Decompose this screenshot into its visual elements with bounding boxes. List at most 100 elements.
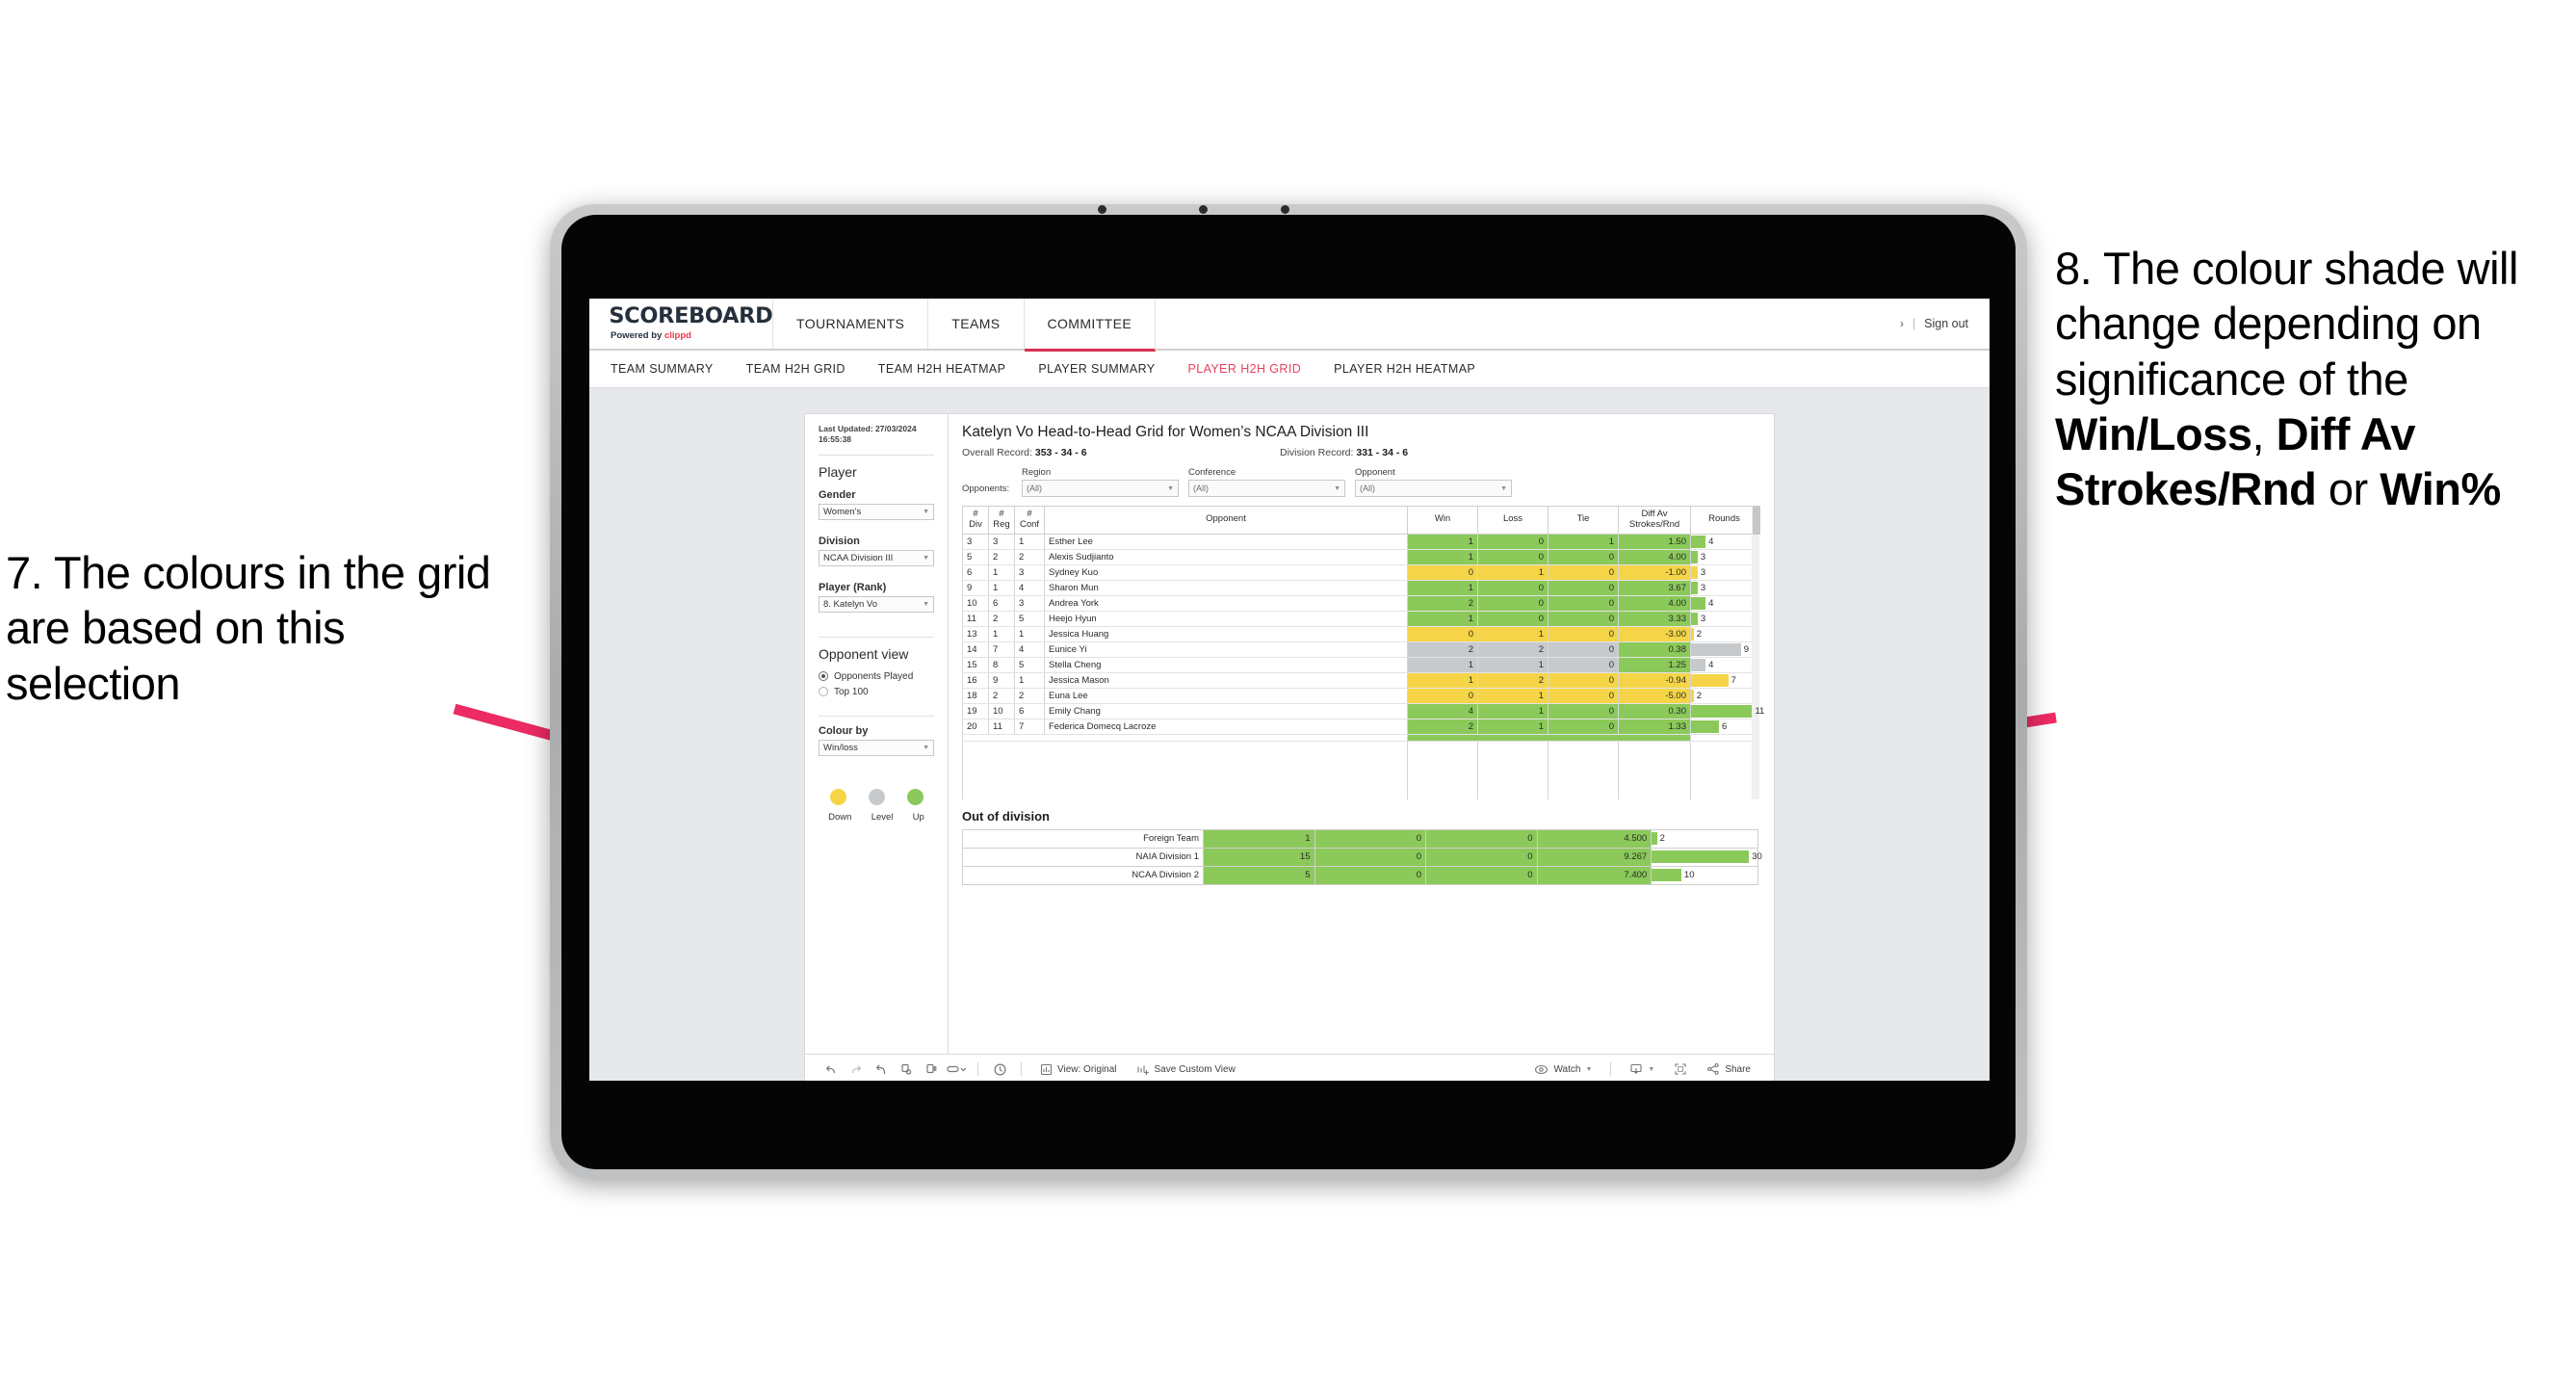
cell-opponent: Eunice Yi [1044,641,1408,658]
table-row[interactable]: 9 1 4 Sharon Mun 1 0 0 3.67 3 [962,580,1758,596]
refresh-icon[interactable] [894,1059,919,1080]
eye-icon [1535,1064,1548,1074]
chevron-down-icon: ▼ [1585,1065,1593,1073]
cell-win: 2 [1407,719,1478,735]
subnav-item-player-summary[interactable]: PLAYER SUMMARY [1038,362,1155,376]
cell-div: 20 [962,719,989,735]
cell-div: 14 [962,641,989,658]
cell-div: 11 [962,611,989,627]
table-row[interactable]: NAIA Division 1 15 0 0 9.267 30 [962,847,1762,867]
table-row[interactable]: Foreign Team 1 0 0 4.500 2 [962,828,1758,849]
cell-win: 0 [1407,626,1478,642]
opponent-select[interactable]: (All) ▼ [1355,480,1512,497]
grid-scrollbar-thumb[interactable] [1753,506,1760,535]
cell-win: 1 [1407,657,1478,673]
cell-loss: 1 [1477,688,1548,704]
cell-conf: 5 [1014,611,1045,627]
save-custom-view-button[interactable]: Save Custom View [1127,1063,1245,1076]
subnav-item-player-h2h-grid[interactable]: PLAYER H2H GRID [1188,362,1302,376]
undo-icon[interactable] [819,1059,844,1080]
cell-win: 0 [1407,564,1478,581]
topnav-item-tournaments[interactable]: TOURNAMENTS [773,299,929,349]
colour-by-select[interactable]: Win/loss ▼ [819,739,934,756]
sign-out-link[interactable]: Sign out [1924,317,1968,330]
cell-rounds: 2 [1690,688,1758,704]
table-row[interactable]: 20 11 7 Federica Domecq Lacroze 2 1 0 1.33 6 [962,719,1758,735]
division-select[interactable]: NCAA Division III ▼ [819,549,934,566]
topnav-item-teams[interactable]: TEAMS [928,299,1025,349]
topnav-item-committee[interactable]: COMMITTEE [1024,299,1157,352]
col-reg[interactable]: # Reg [988,506,1015,535]
col-div[interactable]: # Div [962,506,989,535]
fullscreen-button[interactable] [1664,1062,1697,1076]
view-original-button[interactable]: View: Original [1030,1063,1127,1076]
cell-reg: 10 [988,703,1015,719]
conference-select[interactable]: (All) ▼ [1188,480,1345,497]
cell-loss: 0 [1477,549,1548,565]
col-diff-av[interactable]: Diff Av Strokes/Rnd [1618,506,1691,535]
table-row-empty [962,784,1758,799]
filter-divider-1 [819,454,934,456]
table-row[interactable]: 11 2 5 Heejo Hyun 1 0 0 3.33 3 [962,611,1758,627]
table-row[interactable]: 15 8 5 Stella Cheng 1 1 0 1.25 4 [962,657,1758,673]
radio-opponents-played[interactable]: Opponents Played [819,671,934,682]
table-row[interactable]: 19 10 6 Emily Chang 4 1 0 0.30 11 [962,703,1764,719]
subnav-item-player-h2h-heatmap[interactable]: PLAYER H2H HEATMAP [1334,362,1475,376]
player-rank-select[interactable]: 8. Katelyn Vo ▼ [819,595,934,613]
table-row[interactable]: 18 2 2 Euna Lee 0 1 0 -5.00 2 [962,688,1758,704]
cell-reg: 6 [988,595,1015,612]
cell-div: 13 [962,626,989,642]
pause-icon[interactable] [919,1059,944,1080]
table-row[interactable]: 10 6 3 Andrea York 2 0 0 4.00 4 [962,595,1758,612]
table-row[interactable]: 13 1 1 Jessica Huang 0 1 0 -3.00 2 [962,626,1758,642]
radio-label-opponents-played: Opponents Played [834,670,914,682]
app-logo[interactable]: SCOREBOARD Powered by clippd [589,299,773,349]
cell-diff-av: 0.30 [1618,703,1691,719]
chevron-down-icon: ▼ [923,508,929,515]
col-win[interactable]: Win [1407,506,1478,535]
table-row[interactable]: 14 7 4 Eunice Yi 2 2 0 0.38 9 [962,641,1758,658]
col-opponent[interactable]: Opponent [1044,506,1408,535]
radio-top-100[interactable]: Top 100 [819,687,934,697]
table-row[interactable]: 16 9 1 Jessica Mason 1 2 0 -0.94 7 [962,672,1758,689]
cell-div: 5 [962,549,989,565]
table-row[interactable]: 6 1 3 Sydney Kuo 0 1 0 -1.00 3 [962,564,1758,581]
subnav-item-team-h2h-grid[interactable]: TEAM H2H GRID [746,362,846,376]
cell-tie: 0 [1548,626,1619,642]
subnav-item-team-h2h-heatmap[interactable]: TEAM H2H HEATMAP [878,362,1006,376]
radio-icon-unchecked [819,687,828,697]
col-rounds[interactable]: Rounds [1690,506,1758,535]
chevron-right-icon[interactable]: › [1900,317,1904,330]
col-loss[interactable]: Loss [1477,506,1548,535]
col-tie[interactable]: Tie [1548,506,1619,535]
cell-rounds: 30 [1651,847,1762,867]
redo-icon[interactable] [844,1059,869,1080]
legend-dot-level [868,788,885,805]
watch-button[interactable]: Watch ▼ [1524,1064,1601,1075]
download-button[interactable]: ▼ [1620,1062,1664,1076]
filter-icon[interactable] [944,1059,969,1080]
cell-tie: 0 [1425,828,1538,849]
table-row[interactable]: 5 2 2 Alexis Sudjianto 1 0 0 4.00 3 [962,549,1758,565]
subnav-item-team-summary[interactable]: TEAM SUMMARY [611,362,714,376]
sub-navigation: TEAM SUMMARY TEAM H2H GRID TEAM H2H HEAT… [589,351,1990,388]
share-button[interactable]: Share [1697,1062,1760,1076]
region-select[interactable]: (All) ▼ [1022,480,1179,497]
table-row[interactable]: 3 3 1 Esther Lee 1 0 1 1.50 4 [962,534,1758,550]
gender-select[interactable]: Women’s ▼ [819,503,934,520]
clock-icon[interactable] [987,1059,1012,1080]
cell-conf: 2 [1014,688,1045,704]
cell-diff-av: 1.50 [1618,534,1691,550]
cell-tie: 0 [1548,719,1619,735]
colour-by-value: Win/loss [823,742,858,753]
table-row[interactable]: NCAA Division 2 5 0 0 7.400 10 [962,865,1758,885]
save-custom-view-label: Save Custom View [1154,1063,1236,1075]
cell-div: 18 [962,688,989,704]
col-conf-l2: Conf [1019,518,1040,530]
cell-win: 1 [1407,611,1478,627]
h2h-grid-wrapper: # Div # Reg # Conf Opponent Win Loss Tie Di… [962,506,1764,799]
revert-icon[interactable] [869,1059,894,1080]
colour-legend: Down Level Up [819,788,934,823]
col-conf[interactable]: # Conf [1014,506,1045,535]
annotation-8: 8. The colour shade will change dependin… [2055,241,2576,517]
